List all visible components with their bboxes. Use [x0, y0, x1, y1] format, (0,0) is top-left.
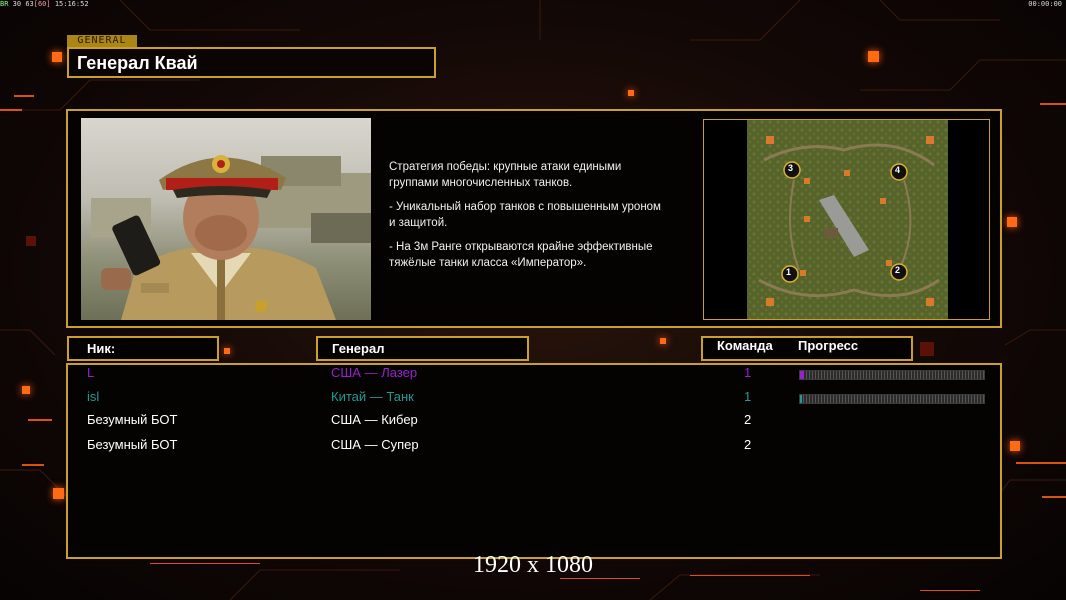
loading-progress-bar	[799, 394, 985, 404]
player-team: 2	[744, 437, 752, 452]
general-tab-label: GENERAL	[67, 35, 137, 47]
start-position-2: 2	[895, 265, 901, 275]
general-name-box: Генерал Квай	[67, 47, 436, 78]
player-nick: L	[87, 365, 95, 380]
deco-square	[26, 236, 36, 246]
player-row: L США — Лазер 1	[0, 365, 1066, 385]
stats-prefix: BR	[0, 0, 9, 8]
fps-limit: [60]	[33, 0, 51, 8]
general-column-header: Генерал	[316, 336, 529, 361]
general-name: Генерал Квай	[77, 53, 198, 73]
progress-fill	[800, 395, 802, 403]
deco-line	[1016, 462, 1066, 464]
nick-column-header: Ник:	[67, 336, 219, 361]
deco-line	[920, 590, 980, 591]
description-rank3: - На 3м Ранге открываются крайне эффекти…	[389, 241, 653, 269]
minimap-terrain	[747, 120, 948, 319]
player-general: США — Лазер	[331, 365, 418, 380]
description-strategy: Стратегия победы: крупные атаки едиными …	[389, 161, 622, 189]
player-general: США — Кибер	[331, 412, 418, 427]
team-header-label: Команда	[717, 338, 773, 353]
deco-square	[53, 488, 64, 499]
deco-square	[868, 51, 879, 62]
deco-square	[628, 90, 634, 96]
player-row: Безумный БОТ США — Супер 2	[0, 437, 1066, 457]
general-header-label: Генерал	[332, 341, 385, 356]
fps-cap: 63	[25, 0, 34, 8]
game-timer: 00:00:00	[1028, 0, 1062, 8]
fps-counter: BR 30 63[60] 15:16:52	[0, 0, 89, 8]
player-nick: isl	[87, 389, 100, 404]
loading-progress-bar	[799, 370, 985, 380]
deco-line	[22, 464, 44, 466]
deco-line	[1040, 103, 1066, 105]
deco-line	[1042, 496, 1066, 498]
start-position-1: 1	[786, 267, 792, 277]
deco-square	[224, 348, 230, 354]
player-nick: Безумный БОТ	[87, 412, 178, 427]
fps-value: 30	[12, 0, 22, 8]
clock: 15:16:52	[54, 0, 89, 8]
resolution-label: 1920 x 1080	[473, 552, 593, 578]
player-general: США — Супер	[331, 437, 419, 452]
player-nick: Безумный БОТ	[87, 437, 178, 452]
start-position-3: 3	[788, 163, 794, 173]
deco-square	[920, 342, 934, 356]
start-position-4: 4	[895, 165, 901, 175]
progress-header-label: Прогресс	[798, 338, 859, 353]
player-team: 1	[744, 389, 752, 404]
player-row: isl Китай — Танк 1	[0, 389, 1066, 409]
deco-line	[14, 95, 34, 97]
portrait-illustration	[91, 155, 371, 320]
player-row: Безумный БОТ США — Кибер 2	[0, 412, 1066, 432]
deco-square	[660, 338, 666, 344]
player-team: 1	[744, 365, 752, 380]
general-description: Стратегия победы: крупные атаки едиными …	[389, 160, 694, 280]
description-tanks: - Уникальный набор танков с повышенным у…	[389, 201, 661, 229]
deco-square	[1007, 217, 1017, 227]
nick-header-label: Ник:	[87, 341, 116, 356]
map-preview[interactable]: 3 4 1 2	[703, 119, 990, 320]
deco-line	[0, 109, 22, 111]
deco-square	[52, 52, 62, 62]
player-general: Китай — Танк	[331, 389, 414, 404]
team-progress-column-header: Команда Прогресс	[701, 336, 913, 361]
progress-fill	[800, 371, 804, 379]
general-portrait	[81, 118, 371, 320]
player-team: 2	[744, 412, 752, 427]
